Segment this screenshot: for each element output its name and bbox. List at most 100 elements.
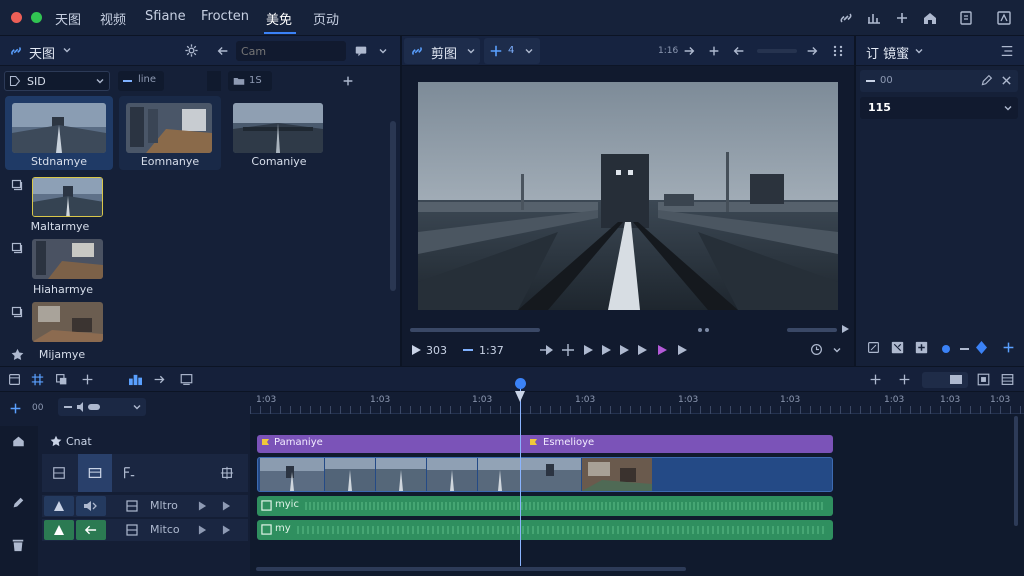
add-icon[interactable] — [9, 402, 22, 415]
chevron-down-icon[interactable] — [62, 45, 72, 55]
mute-button[interactable] — [44, 520, 74, 540]
play-icon[interactable] — [600, 344, 612, 356]
viewer-scrubber[interactable] — [410, 328, 540, 332]
add-icon[interactable] — [898, 373, 911, 386]
crop-icon[interactable] — [867, 341, 880, 354]
add-icon[interactable] — [341, 74, 355, 88]
trash-icon[interactable] — [11, 538, 25, 552]
solo-button[interactable] — [76, 520, 106, 540]
arrow-left-icon[interactable] — [732, 44, 746, 58]
crosshair-icon[interactable] — [220, 466, 234, 480]
menu-item-2[interactable]: 视频 — [100, 9, 126, 28]
chevron-down-icon[interactable] — [914, 46, 924, 56]
playhead-line[interactable] — [520, 380, 521, 566]
list-icon[interactable] — [1000, 44, 1014, 58]
media-thumbnail-2[interactable] — [126, 103, 212, 153]
move-icon[interactable] — [562, 344, 574, 356]
add-icon[interactable] — [707, 44, 721, 58]
close-window-button[interactable] — [11, 12, 22, 23]
levels-icon[interactable] — [128, 373, 143, 386]
video-track-toggle[interactable] — [78, 454, 112, 492]
play-icon[interactable] — [222, 525, 231, 535]
filter-select[interactable]: SID — [4, 71, 110, 91]
play-icon[interactable] — [636, 344, 648, 356]
link-icon[interactable] — [838, 10, 854, 26]
play-marker-icon[interactable] — [656, 344, 668, 356]
menu-item-6[interactable]: 页动 — [313, 9, 339, 28]
video-clip[interactable] — [257, 457, 833, 492]
play-icon[interactable] — [676, 344, 688, 356]
line-tab[interactable]: line — [118, 71, 164, 91]
color-dot[interactable] — [942, 345, 950, 353]
media-scrollbar[interactable] — [390, 121, 396, 291]
title-clip[interactable]: Pamaniye Esmelioye — [257, 435, 833, 453]
timeline-area[interactable]: 1:03 1:03 1:03 1:03 1:03 1:03 1:03 1:03 … — [250, 378, 1024, 576]
gear-icon[interactable] — [184, 43, 199, 58]
media-thumbnail-4[interactable] — [32, 177, 103, 217]
media-panel-title[interactable]: 天图 — [29, 43, 55, 62]
add-icon[interactable] — [869, 373, 882, 386]
playhead-handle[interactable] — [515, 378, 526, 389]
timeline-vertical-scrollbar[interactable] — [1014, 416, 1018, 526]
media-search-input[interactable] — [236, 41, 346, 61]
fit-icon[interactable] — [977, 373, 990, 386]
export-icon[interactable] — [996, 10, 1012, 26]
folder-tab[interactable]: 1S — [228, 71, 272, 91]
timeline-zoom-box[interactable] — [922, 372, 968, 388]
tools-icon[interactable] — [866, 10, 882, 26]
menu-item-5[interactable]: 美免 — [266, 9, 292, 28]
media-thumbnail-5[interactable] — [32, 239, 103, 279]
add-icon[interactable] — [1002, 341, 1015, 354]
transform-icon[interactable] — [891, 341, 904, 354]
chat-icon[interactable] — [354, 44, 368, 58]
filter-icon[interactable] — [122, 466, 136, 480]
home-icon[interactable] — [11, 434, 26, 448]
grid-move-icon[interactable] — [31, 373, 44, 386]
maximize-window-button[interactable] — [31, 12, 42, 23]
star-icon[interactable] — [11, 348, 24, 361]
viewer-tab[interactable]: 剪图 — [404, 38, 480, 64]
media-thumbnail-1[interactable] — [12, 103, 106, 153]
viewer-scrubber-end[interactable] — [787, 328, 837, 332]
play-small-icon[interactable] — [840, 324, 850, 334]
play-icon[interactable] — [618, 344, 630, 356]
edit-icon[interactable] — [11, 496, 25, 510]
timeline-ruler[interactable]: 1:03 1:03 1:03 1:03 1:03 1:03 1:03 1:03 … — [250, 392, 1024, 414]
inspector-field[interactable]: 00 — [860, 70, 1018, 92]
layers-icon[interactable] — [1001, 373, 1014, 386]
audio-clip-2[interactable]: my — [257, 520, 833, 540]
arrow-right-icon[interactable] — [153, 373, 166, 386]
play-icon[interactable] — [198, 501, 207, 511]
play-icon[interactable] — [198, 525, 207, 535]
arrow-left-icon[interactable] — [216, 44, 230, 58]
timeline-horizontal-scrollbar[interactable] — [256, 567, 686, 571]
document-icon[interactable] — [958, 10, 974, 26]
media-search-box[interactable] — [236, 41, 346, 61]
menu-item-3[interactable]: Sfiane — [145, 9, 186, 24]
close-icon[interactable] — [1001, 75, 1012, 86]
add-icon[interactable] — [894, 10, 910, 26]
viewer-zoom-select[interactable]: 4 — [484, 38, 540, 64]
solo-button[interactable] — [76, 496, 106, 516]
arrow-right-icon[interactable] — [805, 44, 819, 58]
frame-icon[interactable] — [52, 466, 66, 480]
grid-dots-icon[interactable] — [832, 44, 844, 58]
add-icon[interactable] — [81, 373, 94, 386]
inspector-value-select[interactable]: 115 — [860, 97, 1018, 119]
monitor-icon[interactable] — [180, 373, 193, 386]
inspector-title[interactable]: 订 镜蜜 — [866, 43, 909, 62]
media-thumbnail-6[interactable] — [32, 302, 103, 342]
play-icon[interactable] — [582, 344, 594, 356]
menu-item-1[interactable]: 天图 — [55, 9, 81, 28]
window-icon[interactable] — [8, 373, 21, 386]
chevron-down-icon[interactable] — [832, 345, 842, 355]
mute-button[interactable] — [44, 496, 74, 516]
menu-item-4[interactable]: Frocten — [201, 9, 249, 24]
step-forward-icon[interactable] — [540, 344, 554, 356]
pen-icon[interactable] — [980, 74, 993, 87]
media-thumbnail-3[interactable] — [233, 103, 323, 153]
track-mode-select[interactable] — [58, 398, 146, 416]
audio-clip-1[interactable]: myic — [257, 496, 833, 516]
clock-icon[interactable] — [810, 343, 823, 356]
home-icon[interactable] — [922, 10, 938, 26]
